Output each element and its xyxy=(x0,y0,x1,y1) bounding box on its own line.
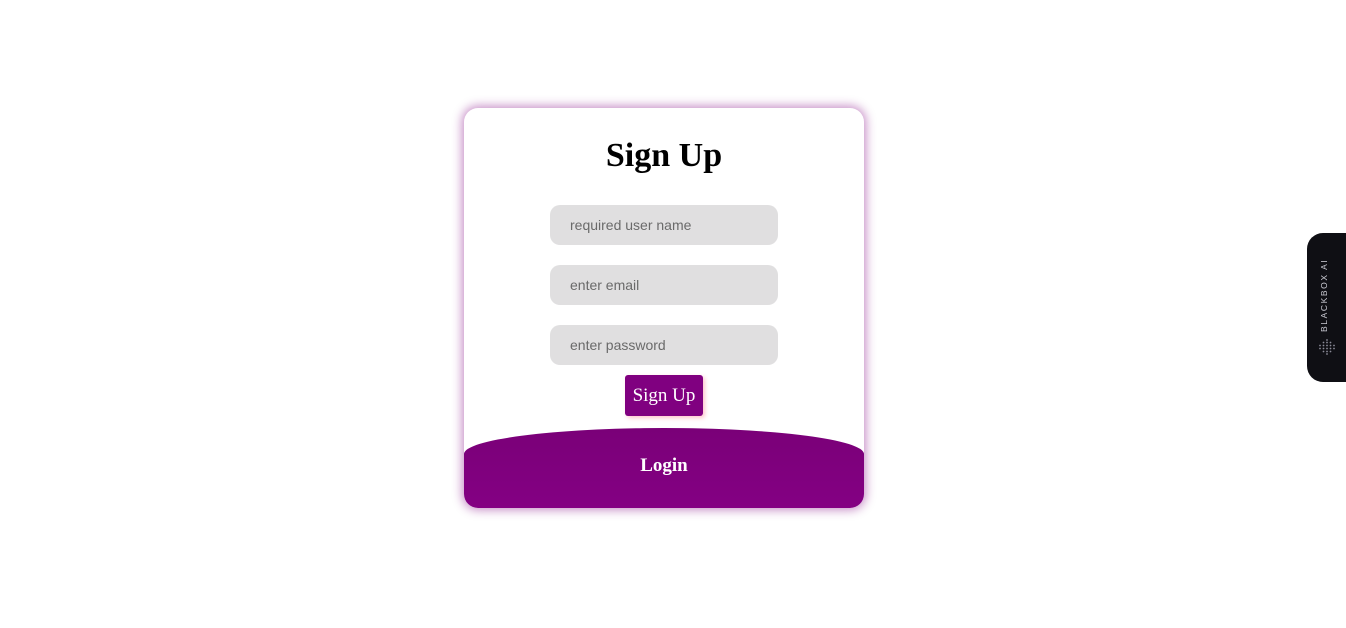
username-input[interactable] xyxy=(550,205,778,245)
password-input[interactable] xyxy=(550,325,778,365)
email-input[interactable] xyxy=(550,265,778,305)
side-tab-label: BLACKBOX AI xyxy=(1319,258,1329,332)
login-link[interactable]: Login xyxy=(464,455,864,477)
blackbox-ai-tab[interactable]: BLACKBOX AI xyxy=(1307,233,1346,382)
sign-up-button[interactable]: Sign Up xyxy=(625,375,703,416)
blackbox-logo-icon xyxy=(1319,339,1335,355)
page-title: Sign Up xyxy=(605,137,723,174)
signup-card: Sign Up Sign Up Login xyxy=(464,108,864,508)
